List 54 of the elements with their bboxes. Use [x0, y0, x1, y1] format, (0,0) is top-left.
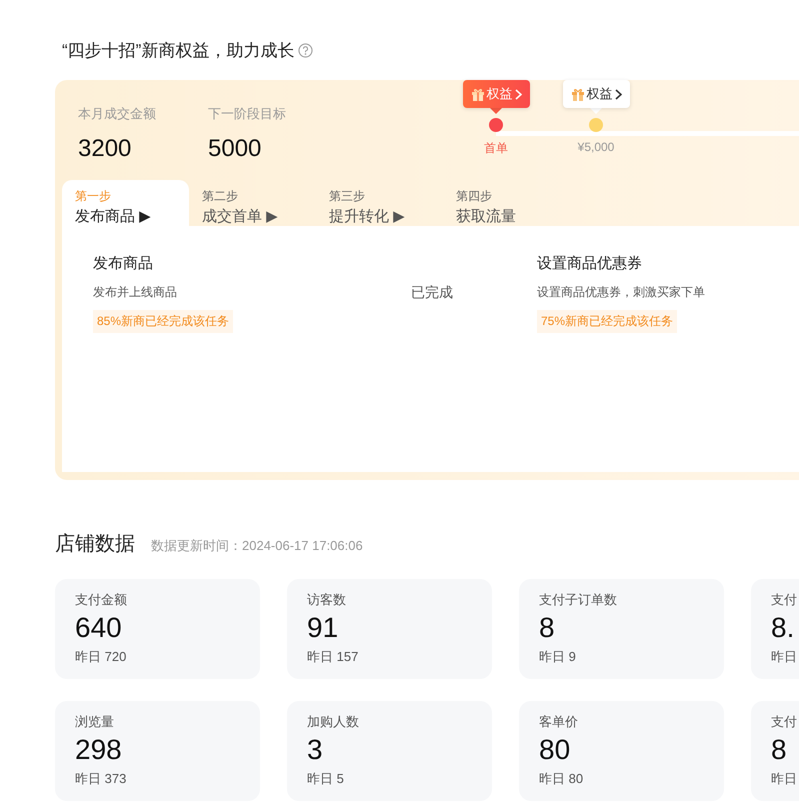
- chevron-right-icon: [614, 88, 622, 100]
- update-time: 数据更新时间：2024-06-17 17:06:06: [151, 537, 363, 555]
- task-title: 设置商品优惠券: [537, 254, 642, 273]
- stat-label: 支付金额: [75, 591, 127, 609]
- completion-stat: 75%新商已经完成该任务: [537, 310, 678, 333]
- stat-yesterday: 昨日 5: [307, 770, 344, 788]
- stat-value: 3: [307, 734, 323, 766]
- gift-icon: [470, 88, 484, 100]
- completion-stat: 85%新商已经完成该任务: [93, 310, 234, 333]
- stat-value: 8: [771, 734, 787, 766]
- stat-yesterday: 昨日 9: [539, 648, 576, 666]
- step-tab[interactable]: 第四步 获取流量: [443, 180, 570, 226]
- stat-label: 支付: [771, 591, 797, 609]
- badge-pointer: [490, 108, 502, 114]
- metric-label: 下一阶段目标: [208, 105, 287, 123]
- stat-yesterday: 昨日 80: [539, 770, 584, 788]
- stat-value: 640: [75, 612, 122, 644]
- stat-label: 支付子订单数: [539, 591, 617, 609]
- stat-yesterday: 昨日 157: [307, 648, 358, 666]
- milestone-label: ¥5,000: [578, 140, 614, 154]
- task-description: 发布并上线商品: [93, 284, 177, 301]
- stat-value: 298: [75, 734, 122, 766]
- stat-yesterday: 昨日 373: [75, 770, 126, 788]
- milestone-dot: [489, 118, 503, 132]
- help-icon[interactable]: [298, 42, 314, 58]
- step-tab[interactable]: 第二步 成交首单 ▶: [189, 180, 316, 226]
- metric-label: 本月成交金额: [78, 105, 157, 123]
- task-title: 发布商品: [93, 254, 153, 273]
- stat-yesterday: 昨日: [771, 770, 797, 788]
- stat-label: 支付: [771, 713, 797, 731]
- section-title: 店铺数据: [55, 532, 135, 557]
- stat-value: 8: [539, 612, 555, 644]
- task-description: 设置商品优惠券，刺激买家下单: [537, 284, 705, 301]
- stat-label: 加购人数: [307, 713, 359, 731]
- stat-value: 8.: [771, 612, 794, 644]
- stat-label: 客单价: [539, 713, 578, 731]
- stat-yesterday: 昨日 720: [75, 648, 126, 666]
- stat-label: 访客数: [307, 591, 346, 609]
- metric-value: 3200: [78, 135, 132, 163]
- page-title: “四步十招”新商权益，助力成长: [62, 40, 294, 62]
- stat-label: 浏览量: [75, 713, 114, 731]
- milestone-dot: [589, 118, 603, 132]
- gift-icon: [570, 88, 584, 100]
- task-status: 已完成: [411, 284, 454, 302]
- step-tab[interactable]: 第一步 发布商品 ▶: [62, 180, 189, 226]
- chevron-right-icon: [514, 88, 522, 100]
- step-tab[interactable]: 第三步 提升转化 ▶: [316, 180, 443, 226]
- stat-value: 80: [539, 734, 570, 766]
- badge-pointer: [590, 108, 602, 114]
- stat-yesterday: 昨日: [771, 648, 797, 666]
- milestone-label: 首单: [484, 140, 508, 157]
- benefit-badge[interactable]: 权益: [562, 80, 630, 108]
- metric-value: 5000: [208, 135, 262, 163]
- stat-value: 91: [307, 612, 338, 644]
